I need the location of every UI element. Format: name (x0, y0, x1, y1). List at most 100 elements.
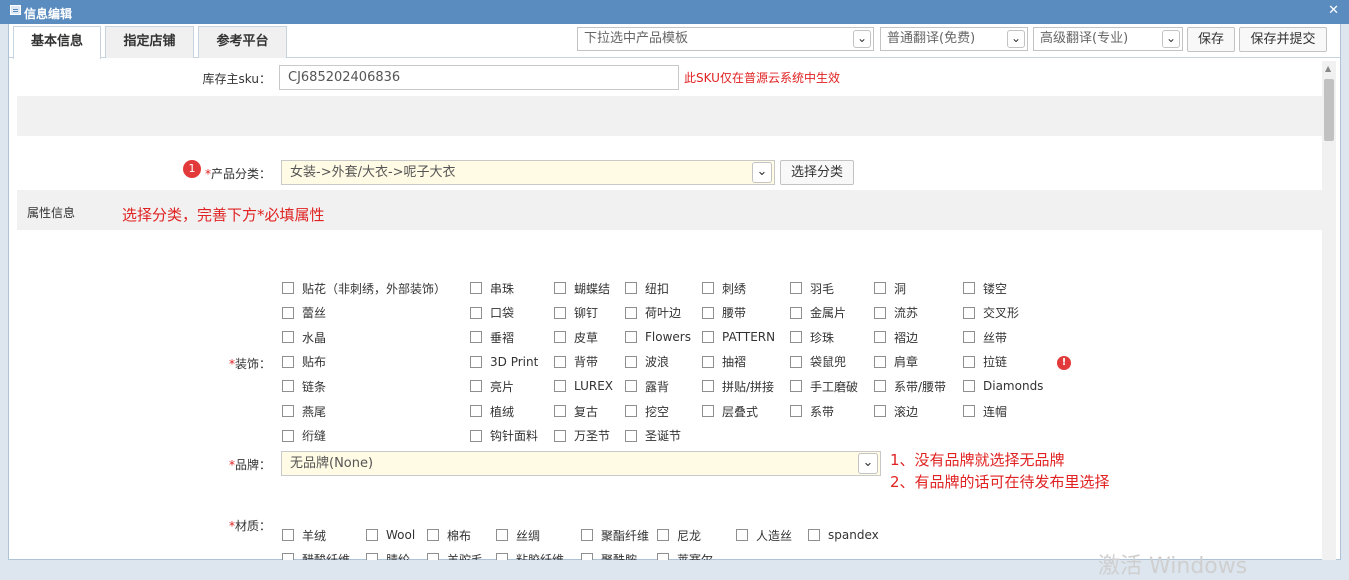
brand-select[interactable]: 无品牌(None) ⌄ (281, 451, 881, 476)
decoration-checkbox[interactable]: 背带 (554, 354, 598, 370)
checkbox-box[interactable] (282, 282, 294, 294)
checkbox-box[interactable] (282, 355, 294, 368)
checkbox-box[interactable] (282, 429, 294, 442)
checkbox-box[interactable] (702, 282, 714, 294)
decoration-checkbox[interactable]: 肩章 (874, 354, 918, 370)
material-checkbox[interactable]: Wool (366, 527, 415, 543)
decoration-checkbox[interactable]: 刺绣 (702, 280, 746, 296)
checkbox-box[interactable] (554, 355, 566, 368)
checkbox-box[interactable] (702, 405, 714, 417)
close-icon[interactable]: ✕ (1328, 3, 1339, 18)
template-select[interactable]: 下拉选中产品模板 ⌄ (577, 27, 874, 51)
checkbox-box[interactable] (790, 306, 802, 319)
checkbox-box[interactable] (657, 529, 669, 541)
checkbox-box[interactable] (790, 380, 802, 393)
choose-category-button[interactable]: 选择分类 (780, 160, 854, 185)
checkbox-box[interactable] (554, 429, 566, 442)
checkbox-box[interactable] (657, 553, 669, 560)
checkbox-box[interactable] (581, 553, 593, 560)
material-checkbox[interactable]: 聚酯纤维 (581, 527, 649, 543)
material-checkbox[interactable]: 腈纶 (366, 551, 410, 560)
checkbox-box[interactable] (470, 306, 482, 319)
checkbox-box[interactable] (470, 380, 482, 393)
decoration-checkbox[interactable]: 洞 (874, 280, 906, 296)
checkbox-box[interactable] (282, 331, 294, 344)
checkbox-box[interactable] (366, 553, 378, 560)
decoration-checkbox[interactable]: 荷叶边 (625, 305, 681, 321)
material-checkbox[interactable]: 粘胶纤维 (496, 551, 564, 560)
checkbox-box[interactable] (963, 331, 975, 344)
checkbox-box[interactable] (470, 331, 482, 344)
tab-assigned-store[interactable]: 指定店铺 (105, 26, 194, 58)
checkbox-box[interactable] (874, 405, 886, 417)
decoration-checkbox[interactable]: 金属片 (790, 305, 846, 321)
decoration-checkbox[interactable]: PATTERN (702, 329, 775, 345)
checkbox-box[interactable] (790, 355, 802, 368)
save-submit-button[interactable]: 保存并提交 (1239, 27, 1327, 52)
material-checkbox[interactable]: 醋酸纤维 (282, 551, 350, 560)
checkbox-box[interactable] (963, 405, 975, 417)
material-checkbox[interactable]: 羊绒 (282, 527, 326, 543)
decoration-checkbox[interactable]: 链条 (282, 378, 326, 394)
checkbox-box[interactable] (282, 380, 294, 393)
decoration-checkbox[interactable]: 水晶 (282, 329, 326, 345)
decoration-checkbox[interactable]: 褶边 (874, 329, 918, 345)
material-checkbox[interactable]: 棉布 (427, 527, 471, 543)
checkbox-box[interactable] (874, 380, 886, 393)
checkbox-box[interactable] (470, 282, 482, 294)
decoration-checkbox[interactable]: 万圣节 (554, 428, 610, 444)
decoration-checkbox[interactable]: 交叉形 (963, 305, 1019, 321)
checkbox-box[interactable] (808, 529, 820, 541)
checkbox-box[interactable] (282, 405, 294, 417)
material-checkbox[interactable]: 羊驼毛 (427, 551, 483, 560)
decoration-checkbox[interactable]: 圣诞节 (625, 428, 681, 444)
checkbox-box[interactable] (702, 355, 714, 368)
decoration-checkbox[interactable]: 拼贴/拼接 (702, 378, 774, 394)
scrollbar-thumb[interactable] (1324, 79, 1334, 141)
checkbox-box[interactable] (790, 331, 802, 344)
decoration-checkbox[interactable]: 滚边 (874, 403, 918, 419)
checkbox-box[interactable] (470, 355, 482, 368)
decoration-checkbox[interactable]: 蕾丝 (282, 305, 326, 321)
advanced-translate-select[interactable]: 高级翻译(专业) ⌄ (1033, 27, 1183, 51)
decoration-checkbox[interactable]: 腰带 (702, 305, 746, 321)
decoration-checkbox[interactable]: 流苏 (874, 305, 918, 321)
checkbox-box[interactable] (554, 331, 566, 344)
checkbox-box[interactable] (625, 355, 637, 368)
checkbox-box[interactable] (874, 282, 886, 294)
checkbox-box[interactable] (963, 380, 975, 393)
category-select[interactable]: 女装->外套/大衣->呢子大衣 ⌄ (281, 160, 775, 185)
checkbox-box[interactable] (963, 306, 975, 319)
decoration-checkbox[interactable]: 铆钉 (554, 305, 598, 321)
decoration-checkbox[interactable]: 贴花（非刺绣，外部装饰） (282, 280, 446, 296)
decoration-checkbox[interactable]: 露背 (625, 378, 669, 394)
material-checkbox[interactable]: spandex (808, 527, 879, 543)
decoration-checkbox[interactable]: 系带/腰带 (874, 378, 946, 394)
checkbox-box[interactable] (554, 306, 566, 319)
checkbox-box[interactable] (874, 355, 886, 368)
decoration-checkbox[interactable]: 镂空 (963, 280, 1007, 296)
decoration-checkbox[interactable]: 羽毛 (790, 280, 834, 296)
checkbox-box[interactable] (554, 282, 566, 294)
decoration-checkbox[interactable]: 抽褶 (702, 354, 746, 370)
decoration-checkbox[interactable]: 燕尾 (282, 403, 326, 419)
checkbox-box[interactable] (790, 405, 802, 417)
decoration-checkbox[interactable]: 口袋 (470, 305, 514, 321)
save-button[interactable]: 保存 (1187, 27, 1235, 52)
checkbox-box[interactable] (874, 306, 886, 319)
checkbox-box[interactable] (625, 429, 637, 442)
decoration-checkbox[interactable]: 手工磨破 (790, 378, 858, 394)
checkbox-box[interactable] (427, 553, 439, 560)
decoration-checkbox[interactable]: 层叠式 (702, 403, 758, 419)
decoration-checkbox[interactable]: 绗缝 (282, 428, 326, 444)
checkbox-box[interactable] (496, 529, 508, 541)
checkbox-box[interactable] (702, 306, 714, 319)
decoration-checkbox[interactable]: 拉链 (963, 354, 1007, 370)
checkbox-box[interactable] (702, 380, 714, 393)
decoration-checkbox[interactable]: 袋鼠兜 (790, 354, 846, 370)
checkbox-box[interactable] (874, 331, 886, 344)
decoration-checkbox[interactable]: Diamonds (963, 378, 1043, 394)
decoration-checkbox[interactable]: 挖空 (625, 403, 669, 419)
checkbox-box[interactable] (282, 553, 294, 560)
checkbox-box[interactable] (625, 282, 637, 294)
